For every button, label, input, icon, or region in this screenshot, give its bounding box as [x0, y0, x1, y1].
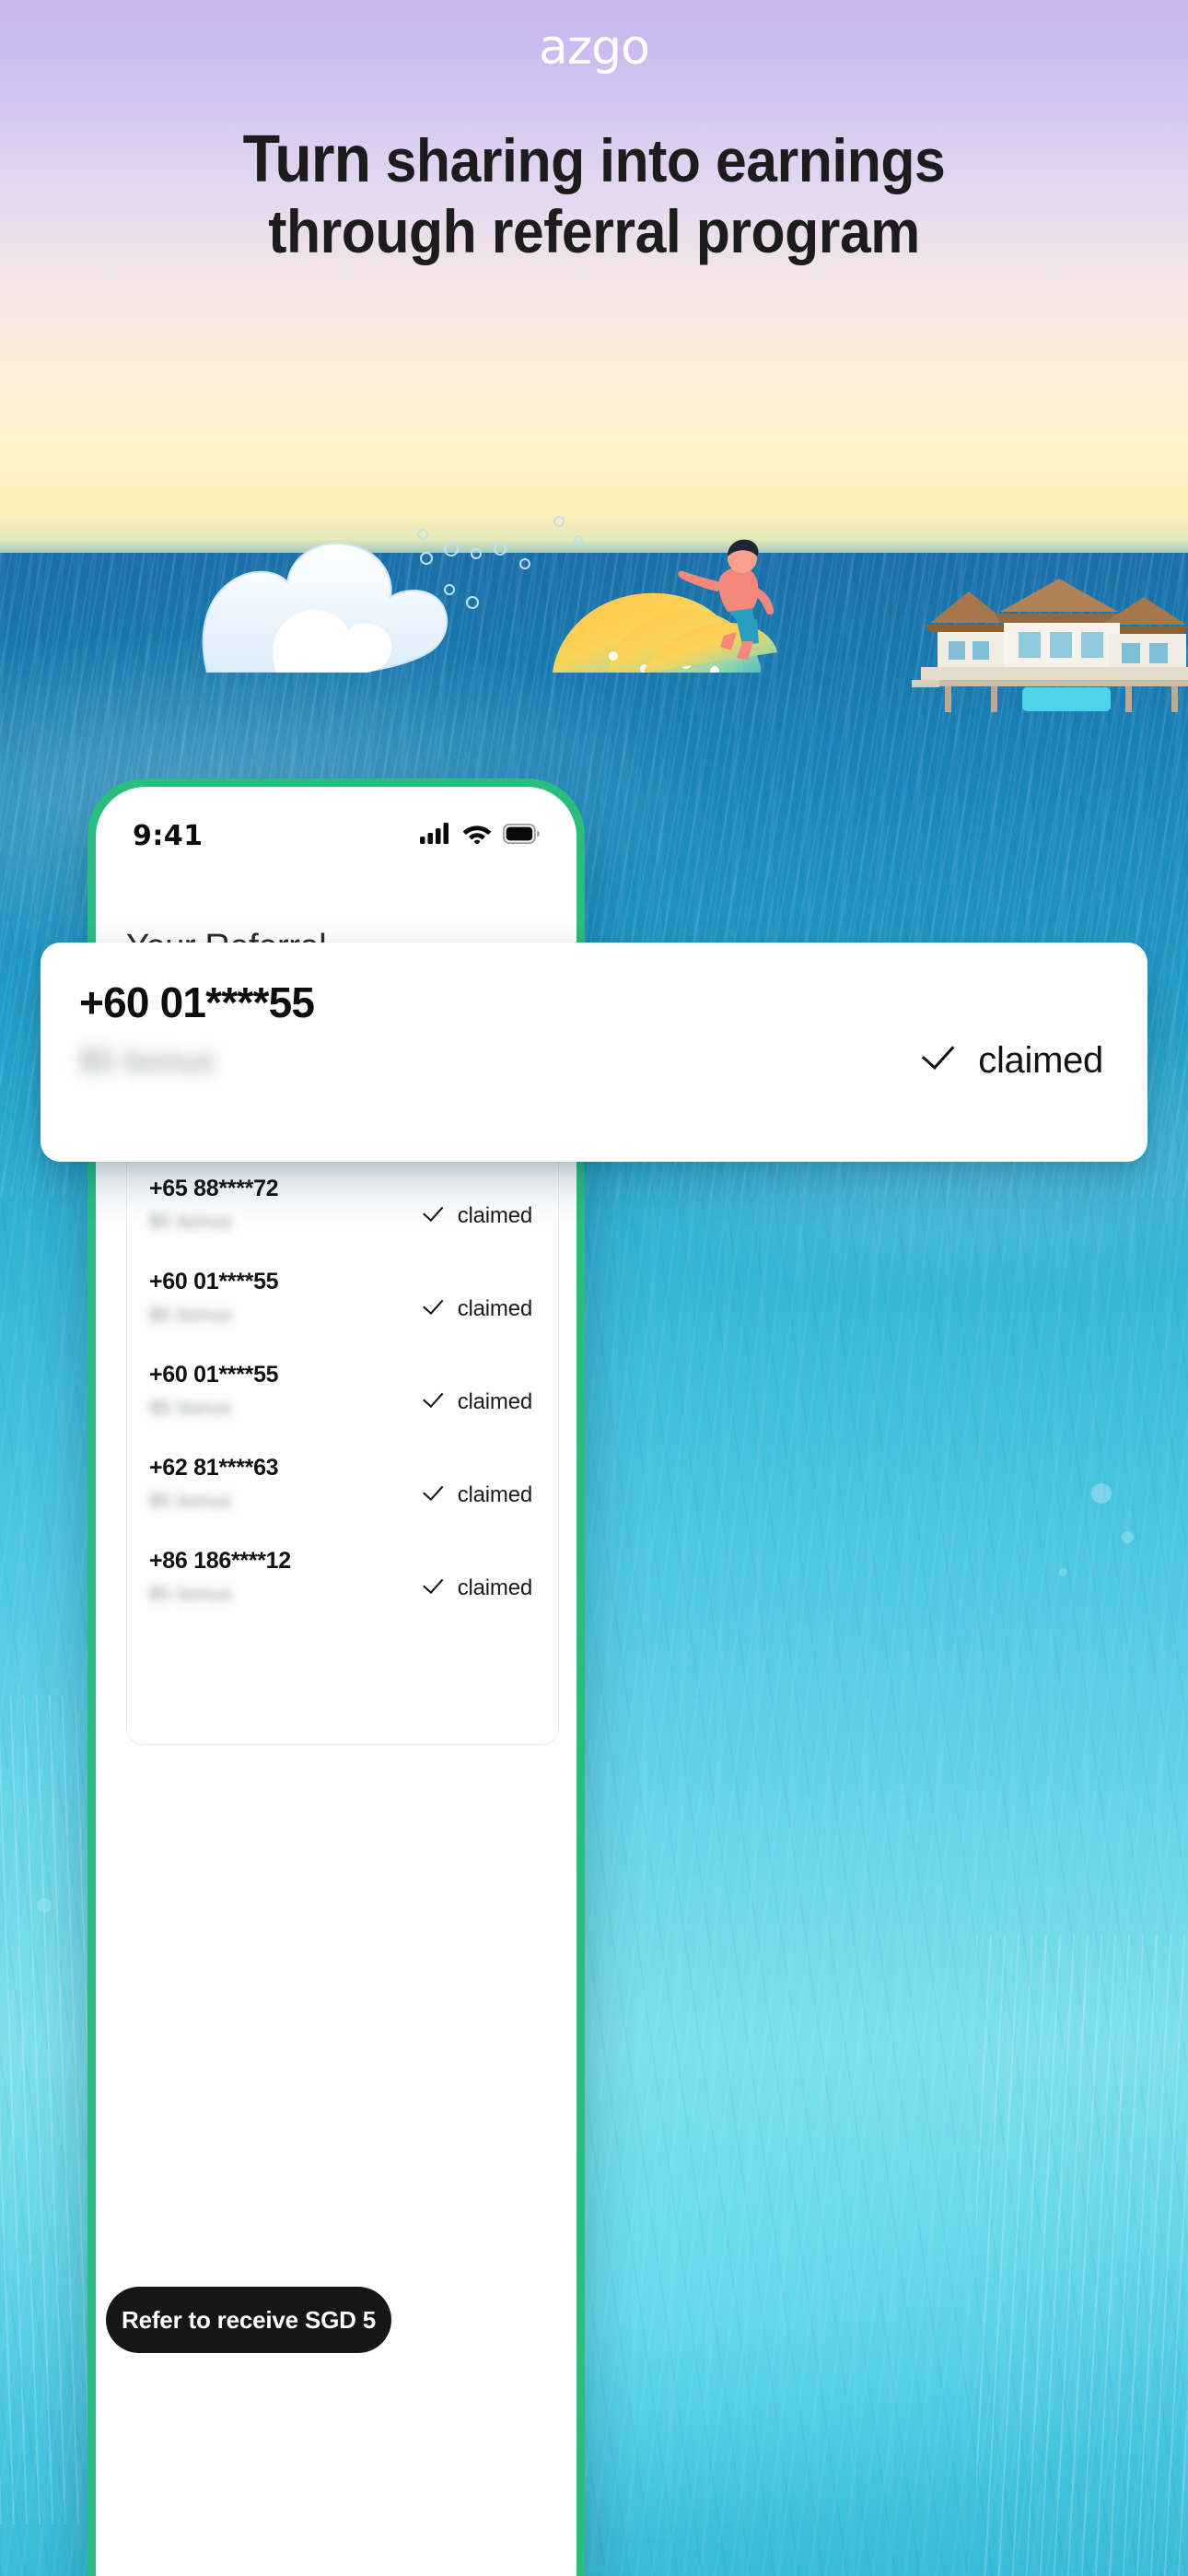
headline-line-1: Turn sharing into earnings — [73, 122, 1115, 197]
status-time: 9:41 — [133, 819, 204, 852]
water-bubble — [1059, 1568, 1067, 1576]
highlight-phone-number: +60 01****55 — [79, 978, 315, 1026]
status-label: claimed — [457, 1389, 533, 1414]
headline-line-2: through referral program — [268, 197, 920, 266]
highlighted-referral-card[interactable]: +60 01****55 $5 bonus claimed — [41, 943, 1147, 1162]
highlight-status-label: claimed — [978, 1040, 1103, 1081]
list-item[interactable]: +60 01****55 $5 bonus claimed — [127, 1256, 558, 1349]
status-badge: claimed — [431, 1296, 533, 1322]
water-bubble — [1122, 1531, 1134, 1543]
status-icon-group — [420, 823, 540, 849]
check-icon — [431, 1583, 449, 1594]
list-item[interactable]: +65 88****72 $5 bonus claimed — [127, 1163, 558, 1256]
list-item[interactable]: +86 186****12 $5 bonus claimed — [127, 1535, 558, 1628]
water-foam-right — [976, 1935, 1188, 2576]
check-icon — [431, 1397, 449, 1408]
check-icon — [935, 1052, 964, 1070]
status-label: claimed — [457, 1575, 533, 1600]
status-badge: claimed — [431, 1389, 533, 1415]
cellular-signal-icon — [420, 823, 451, 849]
page-headline: Turn sharing into earnings through refer… — [73, 122, 1115, 266]
status-bar: 9:41 — [96, 811, 577, 861]
status-label: claimed — [457, 1482, 533, 1507]
status-badge: claimed — [431, 1575, 533, 1601]
referral-phone-number: +60 01****55 — [149, 1269, 279, 1294]
list-item[interactable]: +62 81****63 $5 bonus claimed — [127, 1442, 558, 1535]
check-icon — [431, 1490, 449, 1501]
status-label: claimed — [457, 1203, 533, 1228]
status-badge: claimed — [431, 1482, 533, 1508]
headline-line-1-rest: sharing into earnings — [370, 126, 946, 194]
battery-icon — [502, 823, 540, 849]
check-icon — [431, 1211, 449, 1222]
referral-phone-number: +62 81****63 — [149, 1455, 279, 1481]
poster-stage: azgo Turn sharing into earnings through … — [0, 0, 1188, 2576]
status-label: claimed — [457, 1296, 533, 1321]
refer-button[interactable]: Refer to receive SGD 5 — [106, 2287, 391, 2353]
water-bubble — [37, 1898, 52, 1913]
cta-wrap: Refer to receive SGD 5 — [106, 2287, 391, 2353]
highlight-status-badge: claimed — [935, 1040, 1103, 1082]
referral-phone-number: +65 88****72 — [149, 1176, 279, 1201]
status-badge: claimed — [431, 1203, 533, 1229]
referral-phone-number: +60 01****55 — [149, 1362, 279, 1388]
brand-wordmark: azgo — [539, 20, 650, 76]
headline-emphasis: Turn — [242, 123, 371, 196]
wifi-icon — [462, 823, 492, 849]
list-item[interactable]: +60 01****55 $5 bonus claimed — [127, 1349, 558, 1442]
resort-villa-illustration — [912, 571, 1188, 737]
water-bubble — [1091, 1483, 1112, 1504]
check-icon — [431, 1304, 449, 1315]
referral-phone-number: +86 186****12 — [149, 1548, 291, 1574]
